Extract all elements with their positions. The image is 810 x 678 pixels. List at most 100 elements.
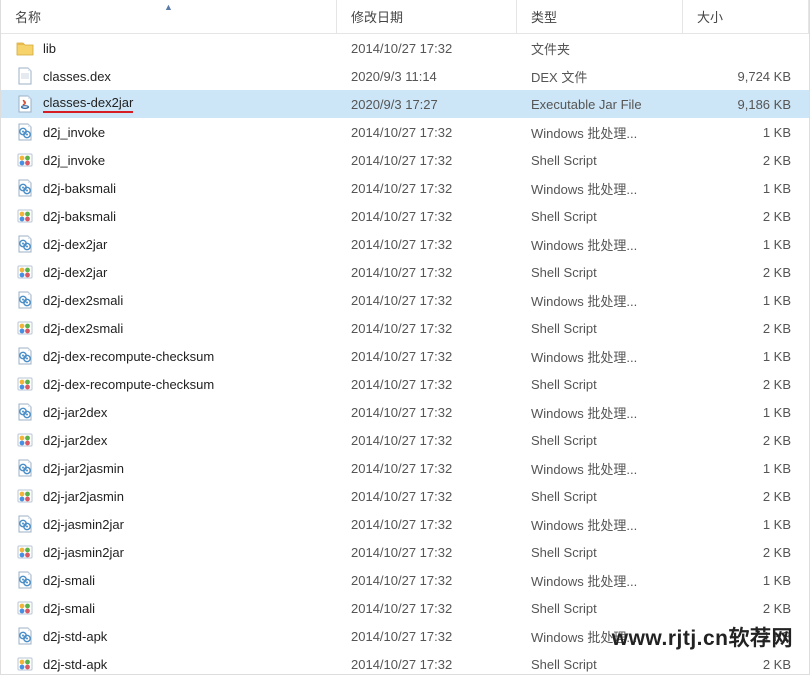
cell-type: DEX 文件	[517, 67, 683, 86]
table-row[interactable]: d2j-jar2jasmin2014/10/27 17:32Shell Scri…	[1, 482, 809, 510]
table-row[interactable]: d2j-smali2014/10/27 17:32Shell Script2 K…	[1, 594, 809, 622]
sh-icon	[15, 598, 35, 618]
column-header-label: 类型	[531, 7, 557, 26]
cell-type: Windows 批处理...	[517, 179, 683, 198]
cell-size: 9,186 KB	[683, 97, 809, 112]
table-row[interactable]: d2j-std-apk2014/10/27 17:32Shell Script2…	[1, 650, 809, 678]
file-name: d2j-dex2jar	[43, 237, 107, 252]
table-row[interactable]: d2j-dex-recompute-checksum2014/10/27 17:…	[1, 370, 809, 398]
table-row[interactable]: d2j-jasmin2jar2014/10/27 17:32Shell Scri…	[1, 538, 809, 566]
cell-size: 2 KB	[683, 433, 809, 448]
cell-date: 2014/10/27 17:32	[337, 293, 517, 308]
cell-size: 1 KB	[683, 461, 809, 476]
cell-name: d2j-std-apk	[1, 626, 337, 646]
bat-icon	[15, 570, 35, 590]
table-row[interactable]: d2j-dex2smali2014/10/27 17:32Shell Scrip…	[1, 314, 809, 342]
table-row[interactable]: d2j-jar2jasmin2014/10/27 17:32Windows 批处…	[1, 454, 809, 482]
sh-icon	[15, 486, 35, 506]
cell-type: Windows 批处理...	[517, 403, 683, 422]
cell-name: d2j-dex2smali	[1, 318, 337, 338]
cell-date: 2014/10/27 17:32	[337, 181, 517, 196]
cell-date: 2014/10/27 17:32	[337, 405, 517, 420]
table-row[interactable]: classes.dex2020/9/3 11:14DEX 文件9,724 KB	[1, 62, 809, 90]
cell-name: classes.dex	[1, 66, 337, 86]
table-row[interactable]: d2j-dex2smali2014/10/27 17:32Windows 批处理…	[1, 286, 809, 314]
table-row[interactable]: d2j-dex-recompute-checksum2014/10/27 17:…	[1, 342, 809, 370]
bat-icon	[15, 178, 35, 198]
cell-name: d2j-dex2jar	[1, 262, 337, 282]
column-header-row: ▲ 名称 修改日期 类型 大小	[1, 0, 809, 34]
table-row[interactable]: d2j-dex2jar 2014/10/27 17:32Windows 批处理..…	[1, 230, 809, 258]
file-name: classes.dex	[43, 69, 111, 84]
cell-name: d2j-jar2jasmin	[1, 486, 337, 506]
cell-type: Windows 批处理...	[517, 291, 683, 310]
table-row[interactable]: d2j-jar2dex2014/10/27 17:32Shell Script2…	[1, 426, 809, 454]
cell-name: d2j-jasmin2jar	[1, 542, 337, 562]
cell-name: d2j-baksmali	[1, 206, 337, 226]
sh-icon	[15, 262, 35, 282]
sh-icon	[15, 430, 35, 450]
sh-icon	[15, 374, 35, 394]
sh-icon	[15, 542, 35, 562]
cell-date: 2014/10/27 17:32	[337, 573, 517, 588]
cell-size: 9,724 KB	[683, 69, 809, 84]
cell-type: Shell Script	[517, 601, 683, 616]
cell-name: d2j-dex-recompute-checksum	[1, 374, 337, 394]
cell-name: d2j-jasmin2jar	[1, 514, 337, 534]
cell-size: 2 KB	[683, 153, 809, 168]
table-row[interactable]: lib2014/10/27 17:32文件夹	[1, 34, 809, 62]
table-row[interactable]: d2j-smali2014/10/27 17:32Windows 批处理...1…	[1, 566, 809, 594]
cell-type: Executable Jar File	[517, 97, 683, 112]
table-row[interactable]: d2j-baksmali2014/10/27 17:32Shell Script…	[1, 202, 809, 230]
cell-date: 2014/10/27 17:32	[337, 153, 517, 168]
cell-size: 1 KB	[683, 573, 809, 588]
column-header-size[interactable]: 大小	[683, 0, 809, 33]
cell-date: 2014/10/27 17:32	[337, 125, 517, 140]
file-name: d2j-dex-recompute-checksum	[43, 377, 214, 392]
cell-size: 2 KB	[683, 601, 809, 616]
table-row[interactable]: d2j-jar2dex 2014/10/27 17:32Windows 批处理..…	[1, 398, 809, 426]
cell-size: 2 KB	[683, 209, 809, 224]
cell-type: Shell Script	[517, 433, 683, 448]
cell-name: d2j-baksmali	[1, 178, 337, 198]
cell-type: Windows 批处理...	[517, 515, 683, 534]
cell-type: Windows 批处理...	[517, 235, 683, 254]
table-row[interactable]: d2j-baksmali2014/10/27 17:32Windows 批处理.…	[1, 174, 809, 202]
file-name: classes-dex2jar	[43, 95, 133, 113]
column-header-date[interactable]: 修改日期	[337, 0, 517, 33]
file-name: d2j-jar2jasmin	[43, 489, 124, 504]
file-name: d2j_invoke	[43, 153, 105, 168]
bat-icon	[15, 514, 35, 534]
cell-type: Shell Script	[517, 489, 683, 504]
cell-name: d2j_invoke	[1, 122, 337, 142]
table-row[interactable]: d2j_invoke 2014/10/27 17:32Shell Script2 …	[1, 146, 809, 174]
cell-name: d2j-std-apk	[1, 654, 337, 674]
file-name: d2j-smali	[43, 573, 95, 588]
cell-date: 2014/10/27 17:32	[337, 265, 517, 280]
file-name: d2j-jar2jasmin	[43, 461, 124, 476]
cell-type: Shell Script	[517, 321, 683, 336]
table-row[interactable]: d2j-dex2jar2014/10/27 17:32Shell Script2…	[1, 258, 809, 286]
column-header-name[interactable]: ▲ 名称	[1, 0, 337, 33]
cell-size: 2 KB	[683, 265, 809, 280]
table-row[interactable]: classes-dex2jar2020/9/3 17:27Executable …	[1, 90, 809, 118]
bat-icon	[15, 402, 35, 422]
table-row[interactable]: d2j_invoke2014/10/27 17:32Windows 批处理...…	[1, 118, 809, 146]
column-header-label: 大小	[697, 7, 723, 26]
table-row[interactable]: d2j-jasmin2jar2014/10/27 17:32Windows 批处…	[1, 510, 809, 538]
cell-size: 1 KB	[683, 181, 809, 196]
bat-icon	[15, 290, 35, 310]
cell-date: 2014/10/27 17:32	[337, 601, 517, 616]
sort-ascending-icon: ▲	[164, 2, 173, 12]
file-name: d2j-jar2dex	[43, 405, 107, 420]
cell-type: Shell Script	[517, 153, 683, 168]
column-header-type[interactable]: 类型	[517, 0, 683, 33]
cell-size: 1 KB	[683, 405, 809, 420]
bat-icon	[15, 346, 35, 366]
cell-date: 2014/10/27 17:32	[337, 41, 517, 56]
cell-date: 2014/10/27 17:32	[337, 517, 517, 532]
cell-date: 2014/10/27 17:32	[337, 237, 517, 252]
cell-name: d2j-jar2dex	[1, 402, 337, 422]
cell-name: d2j-smali	[1, 570, 337, 590]
cell-type: Shell Script	[517, 209, 683, 224]
